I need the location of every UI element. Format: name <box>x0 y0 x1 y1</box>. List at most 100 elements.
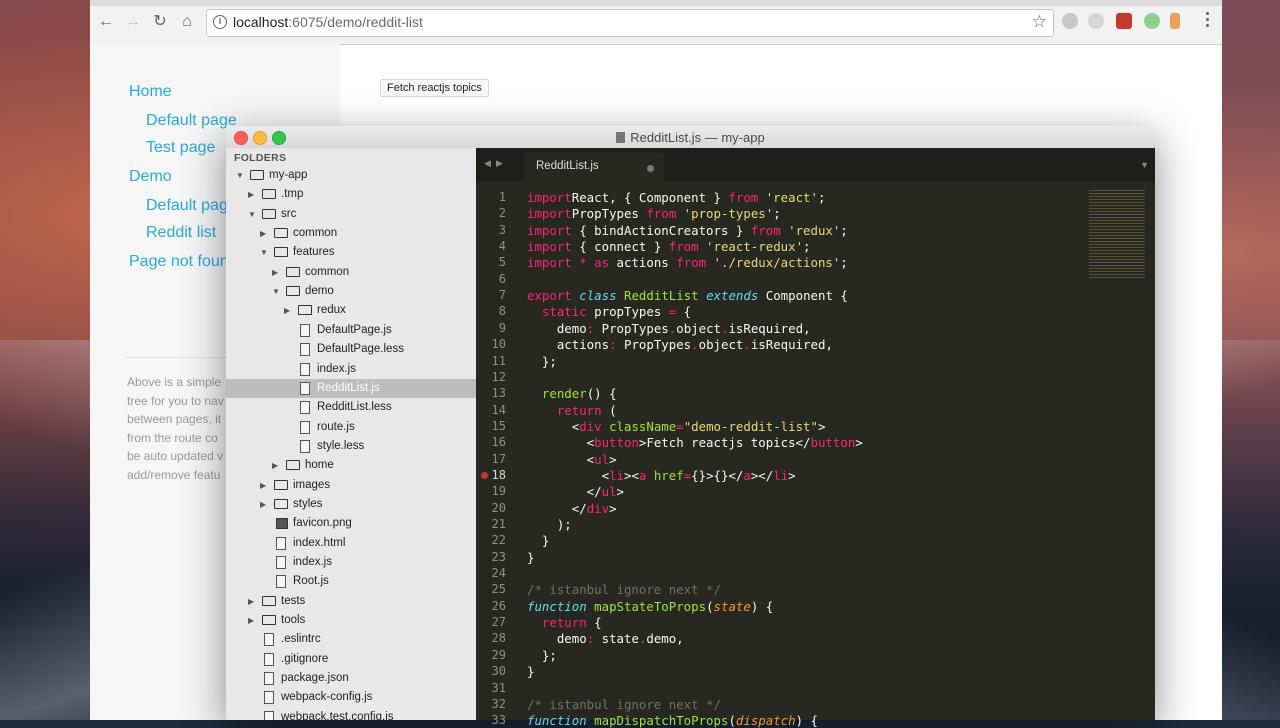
code-line[interactable]: <li><a href={}>{}</a></li> <box>527 468 796 483</box>
code-line[interactable]: export class RedditList extends Componen… <box>527 288 848 303</box>
code-line[interactable]: <button>Fetch reactjs topics</button> <box>527 435 863 450</box>
back-button[interactable]: ← <box>96 12 116 32</box>
tree-file[interactable]: RedditList.less <box>226 398 476 417</box>
tree-file[interactable]: route.js <box>226 418 476 437</box>
code-line[interactable]: }; <box>527 354 557 369</box>
code-line[interactable]: return ( <box>527 403 617 418</box>
disclosure-closed-icon[interactable]: ▶ <box>272 456 278 475</box>
tree-file[interactable]: .gitignore <box>226 650 476 669</box>
tree-file[interactable]: DefaultPage.less <box>226 340 476 359</box>
code-line[interactable]: <div className="demo-reddit-list"> <box>527 419 826 434</box>
address-bar[interactable]: i localhost:6075/demo/reddit-list ☆ <box>206 9 1054 37</box>
code-line[interactable]: } <box>527 664 534 679</box>
tab-dropdown-icon[interactable]: ▼ <box>1140 160 1149 170</box>
nav-link-home[interactable]: Home <box>129 83 172 101</box>
code-line[interactable]: function mapStateToProps(state) { <box>527 599 773 614</box>
tree-folder[interactable]: ▶ images <box>226 476 476 495</box>
disclosure-open-icon[interactable]: ▼ <box>248 205 256 224</box>
tree-folder[interactable]: ▶ .tmp <box>226 185 476 204</box>
nav-link-page-not-found[interactable]: Page not found <box>129 253 238 271</box>
disclosure-closed-icon[interactable]: ▶ <box>260 224 266 243</box>
code-line[interactable]: import { connect } from 'react-redux'; <box>527 239 811 254</box>
code-line[interactable]: return { <box>527 615 602 630</box>
tree-file[interactable]: package.json <box>226 669 476 688</box>
breakpoint-marker-icon[interactable] <box>481 471 488 479</box>
tree-folder[interactable]: ▶ tools <box>226 611 476 630</box>
nav-link-test-page[interactable]: Test page <box>146 139 215 157</box>
tree-file[interactable]: Root.js <box>226 572 476 591</box>
home-button[interactable]: ⌂ <box>177 12 197 32</box>
code-line[interactable]: </div> <box>527 501 617 516</box>
tree-file[interactable]: index.js <box>226 553 476 572</box>
code-line[interactable]: } <box>527 550 534 565</box>
url-text[interactable]: localhost:6075/demo/reddit-list <box>233 14 423 30</box>
nav-link-demo[interactable]: Demo <box>129 168 172 186</box>
tree-folder[interactable]: ▼ my-app <box>226 166 476 185</box>
disclosure-open-icon[interactable]: ▼ <box>260 243 268 262</box>
info-icon[interactable]: i <box>213 15 227 29</box>
disclosure-open-icon[interactable]: ▼ <box>236 166 244 185</box>
extension-icon-3[interactable] <box>1116 13 1132 29</box>
code-line[interactable]: importPropTypes from 'prop-types'; <box>527 206 781 221</box>
tree-folder[interactable]: ▼ features <box>226 243 476 262</box>
disclosure-closed-icon[interactable]: ▶ <box>248 592 254 611</box>
disclosure-closed-icon[interactable]: ▶ <box>248 611 254 630</box>
tree-file[interactable]: index.js <box>226 360 476 379</box>
unsaved-dot-icon[interactable] <box>647 165 654 172</box>
tree-folder[interactable]: ▶ home <box>226 456 476 475</box>
disclosure-closed-icon[interactable]: ▶ <box>260 495 266 514</box>
tree-file[interactable]: favicon.png <box>226 514 476 533</box>
extension-icon-4[interactable] <box>1144 13 1160 29</box>
code-line[interactable]: demo: state.demo, <box>527 631 684 646</box>
tree-file[interactable]: webpack.test.config.js <box>226 708 476 720</box>
disclosure-closed-icon[interactable]: ▶ <box>260 476 266 495</box>
code-line[interactable]: <ul> <box>527 452 617 467</box>
extension-icon-2[interactable] <box>1088 13 1104 29</box>
code-line[interactable]: }; <box>527 648 557 663</box>
editor-titlebar[interactable]: RedditList.js — my-app <box>226 126 1155 149</box>
tree-folder[interactable]: ▼ demo <box>226 282 476 301</box>
extension-icon-5[interactable] <box>1170 13 1180 29</box>
bookmark-star-icon[interactable]: ☆ <box>1032 12 1047 32</box>
code-line[interactable]: actions: PropTypes.object.isRequired, <box>527 337 833 352</box>
tree-folder[interactable]: ▶ common <box>226 224 476 243</box>
tree-folder[interactable]: ▶ styles <box>226 495 476 514</box>
code-line[interactable]: demo: PropTypes.object.isRequired, <box>527 321 811 336</box>
tab-nav-arrows-icon[interactable]: ◀▶ <box>484 158 508 169</box>
disclosure-closed-icon[interactable]: ▶ <box>272 263 278 282</box>
code-line[interactable]: /* istanbul ignore next */ <box>527 697 721 712</box>
code-line[interactable]: import { bindActionCreators } from 'redu… <box>527 223 848 238</box>
nav-link-demo-default-page[interactable]: Default page <box>146 197 237 215</box>
tree-file[interactable]: style.less <box>226 437 476 456</box>
code-line[interactable]: function mapDispatchToProps(dispatch) { <box>527 713 818 728</box>
tree-file[interactable]: RedditList.js <box>226 378 476 398</box>
minimap[interactable] <box>1089 190 1145 280</box>
disclosure-open-icon[interactable]: ▼ <box>272 282 280 301</box>
extension-icon-1[interactable] <box>1062 13 1078 29</box>
code-line[interactable]: render() { <box>527 386 617 401</box>
tree-file[interactable]: DefaultPage.js <box>226 321 476 340</box>
disclosure-closed-icon[interactable]: ▶ <box>284 301 290 320</box>
code-line[interactable]: import * as actions from './redux/action… <box>527 255 848 270</box>
nav-link-reddit-list[interactable]: Reddit list <box>146 224 216 242</box>
reload-button[interactable]: ↻ <box>150 12 170 32</box>
code-line[interactable]: static propTypes = { <box>527 304 691 319</box>
code-line[interactable]: } <box>527 533 549 548</box>
tab-redditlist[interactable]: RedditList.js <box>524 152 664 182</box>
code-line[interactable]: </ul> <box>527 484 624 499</box>
tree-folder[interactable]: ▶ tests <box>226 592 476 611</box>
tree-file[interactable]: webpack-config.js <box>226 688 476 707</box>
fetch-topics-button[interactable]: Fetch reactjs topics <box>380 79 489 97</box>
code-line[interactable]: importReact, { Component } from 'react'; <box>527 190 825 205</box>
code-line[interactable]: /* istanbul ignore next */ <box>527 582 721 597</box>
disclosure-closed-icon[interactable]: ▶ <box>248 185 254 204</box>
forward-button[interactable]: → <box>123 12 143 32</box>
browser-menu-icon[interactable] <box>1206 12 1210 30</box>
tree-folder[interactable]: ▼ src <box>226 205 476 224</box>
code-line[interactable]: ); <box>527 517 572 532</box>
tree-file[interactable]: .eslintrc <box>226 630 476 649</box>
tree-file[interactable]: index.html <box>226 534 476 553</box>
tree-folder[interactable]: ▶ common <box>226 263 476 282</box>
nav-link-default-page[interactable]: Default page <box>146 112 237 130</box>
tree-folder[interactable]: ▶ redux <box>226 301 476 320</box>
